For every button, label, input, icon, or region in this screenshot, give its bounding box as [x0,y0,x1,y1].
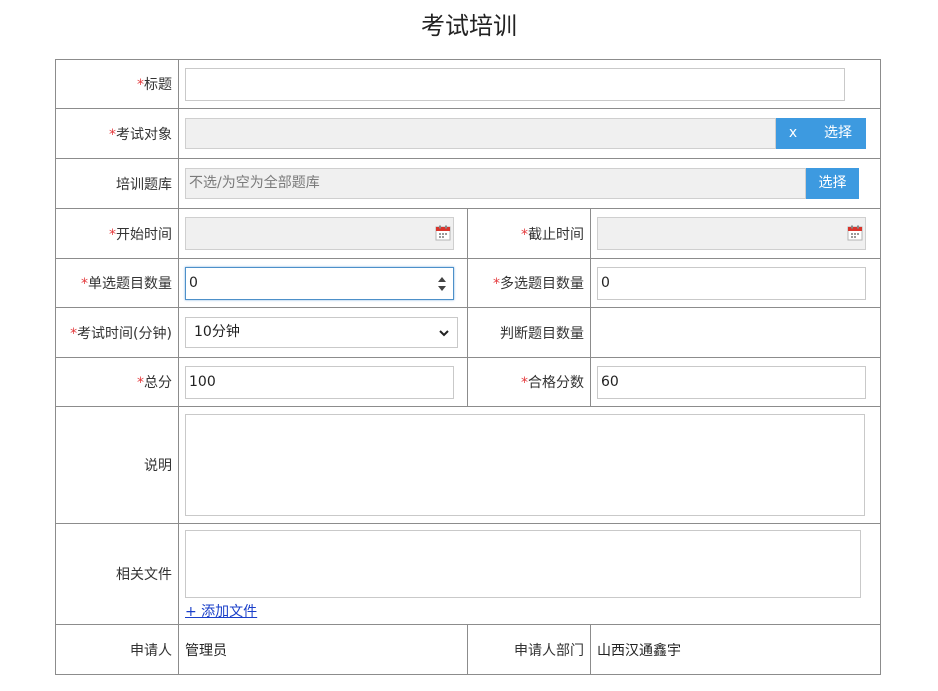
row-scores: *总分 100 *合格分数 60 [55,357,882,407]
exam-duration-label: *考试时间(分钟) [55,307,179,358]
row-times: *开始时间 *截止时间 [55,208,882,259]
row-related-files: 相关文件 + 添加文件 [55,523,882,625]
applicant-dept-value: 山西汉通鑫宇 [589,624,882,675]
question-bank-input[interactable]: 不选/为空为全部题库 [185,168,806,199]
row-description: 说明 [55,406,882,524]
page-title: 考试培训 [421,12,517,40]
clear-target-button[interactable]: x [776,118,810,149]
title-label: *标题 [55,59,179,109]
spinner-icon[interactable] [437,276,447,292]
chevron-down-icon [439,330,449,337]
exam-target-label: *考试对象 [55,108,179,159]
total-score-input[interactable]: 100 [185,365,454,399]
calendar-icon[interactable] [847,225,863,241]
add-file-link[interactable]: + 添加文件 [185,604,257,620]
applicant-label: 申请人 [55,624,179,675]
pass-score-input[interactable]: 60 [597,365,866,399]
exam-target-input[interactable] [185,118,776,149]
applicant-value: 管理员 [178,624,468,675]
multi-choice-label: *多选题目数量 [467,258,591,308]
question-bank-label: 培训题库 [55,158,179,209]
select-target-button[interactable]: 选择 [810,118,866,149]
exam-form: *标题 *考试对象 x 选择 培训题库 不选/为空为全部题库 选择 *开始时间 … [55,59,882,675]
start-time-input[interactable] [185,217,454,250]
start-time-label: *开始时间 [55,208,179,259]
row-question-bank: 培训题库 不选/为空为全部题库 选择 [55,158,882,209]
title-input[interactable] [185,67,845,101]
end-time-label: *截止时间 [467,208,591,259]
select-bank-button[interactable]: 选择 [806,168,859,199]
judge-count-label: 判断题目数量 [467,307,591,358]
related-files-label: 相关文件 [55,523,179,625]
multi-choice-input[interactable]: 0 [597,266,866,300]
end-time-input[interactable] [597,217,866,250]
description-label: 说明 [55,406,179,524]
pass-score-label: *合格分数 [467,357,591,407]
row-title: *标题 [55,59,882,109]
exam-duration-select[interactable]: 10分钟 [185,317,458,348]
row-duration: *考试时间(分钟) 10分钟 判断题目数量 [55,307,882,358]
single-choice-label: *单选题目数量 [55,258,179,308]
applicant-dept-label: 申请人部门 [467,624,591,675]
related-files-box[interactable] [185,530,861,598]
total-score-label: *总分 [55,357,179,407]
row-exam-target: *考试对象 x 选择 [55,108,882,159]
judge-count-value [589,307,882,358]
description-textarea[interactable] [185,414,865,516]
row-choice-counts: *单选题目数量 0 *多选题目数量 0 [55,258,882,308]
row-applicant: 申请人 管理员 申请人部门 山西汉通鑫宇 [55,624,882,675]
calendar-icon[interactable] [435,225,451,241]
single-choice-input[interactable]: 0 [185,266,454,300]
question-bank-placeholder: 不选/为空为全部题库 [189,175,320,191]
